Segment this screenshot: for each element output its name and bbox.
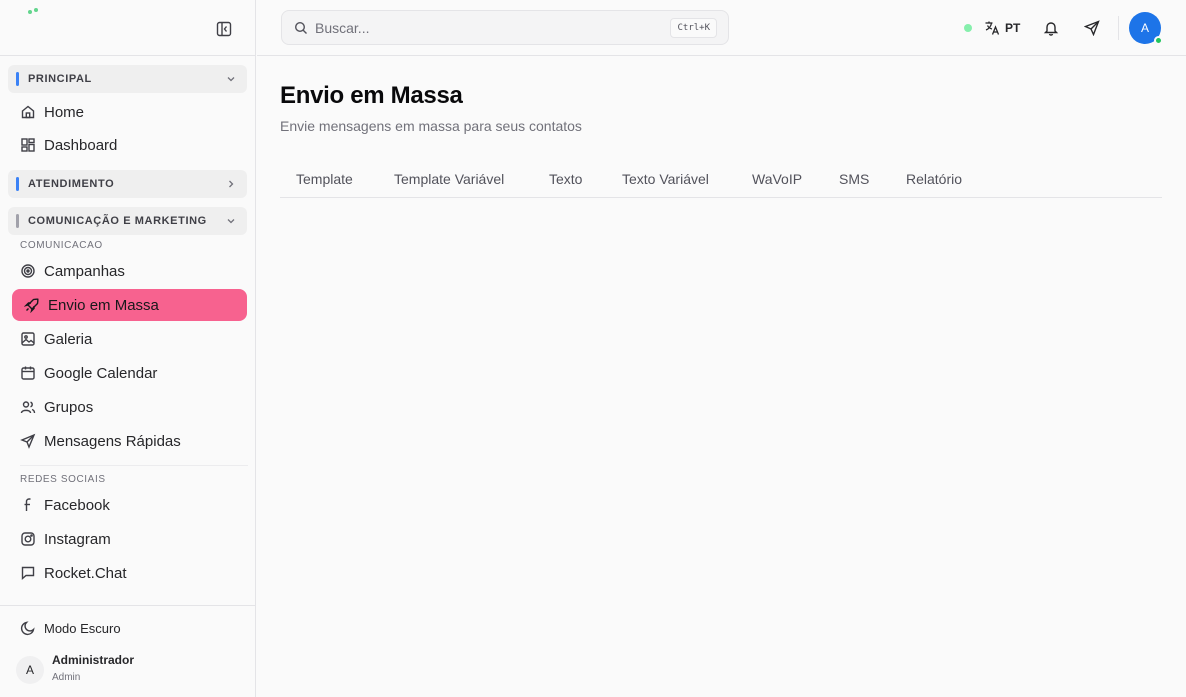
- search-input[interactable]: [315, 17, 655, 39]
- moon-icon: [20, 621, 35, 636]
- subgroup-label-redes-sociais: REDES SOCIAIS: [20, 474, 106, 485]
- sidebar-item-label: Envio em Massa: [48, 296, 159, 314]
- sidebar-item-home[interactable]: Home: [12, 96, 247, 128]
- header-user-avatar[interactable]: A: [1129, 12, 1163, 45]
- home-icon: [20, 104, 36, 120]
- connection-status-dot: [964, 24, 972, 32]
- tabs-bar: Template Template Variável Texto Texto V…: [280, 160, 1162, 198]
- avatar-initial: A: [1140, 21, 1149, 35]
- sidebar-item-campanhas[interactable]: Campanhas: [12, 255, 247, 287]
- tab-wavoip[interactable]: WaVoIP: [752, 160, 802, 197]
- sidebar-item-mensagens-rapidas[interactable]: Mensagens Rápidas: [12, 425, 247, 457]
- user-role: Admin: [52, 672, 81, 683]
- notifications-button[interactable]: [1040, 17, 1062, 39]
- section-accent: [16, 214, 19, 228]
- page-subtitle: Envie mensagens em massa para seus conta…: [280, 118, 582, 134]
- sidebar-item-envio-em-massa[interactable]: Envio em Massa: [12, 289, 247, 321]
- send-icon: [20, 433, 36, 449]
- divider: [20, 465, 248, 466]
- sidebar-item-label: Dashboard: [44, 136, 118, 154]
- divider: [0, 55, 256, 56]
- sidebar-item-label: Facebook: [44, 496, 110, 514]
- instagram-icon: [20, 531, 36, 547]
- sidebar-item-label: Mensagens Rápidas: [44, 432, 181, 450]
- translate-icon: [985, 21, 1000, 35]
- chat-icon: [20, 565, 36, 581]
- sidebar-item-rocket-chat[interactable]: Rocket.Chat: [12, 557, 247, 589]
- search-shortcut-badge: Ctrl+K: [670, 18, 717, 38]
- bell-icon: [1043, 22, 1059, 36]
- tab-texto-variavel[interactable]: Texto Variável: [622, 160, 709, 197]
- logo: [28, 8, 42, 14]
- section-comunicacao-marketing[interactable]: COMUNICAÇÃO E MARKETING: [8, 207, 247, 235]
- section-atendimento[interactable]: ATENDIMENTO: [8, 170, 247, 198]
- rocket-icon: [24, 297, 40, 313]
- language-label: PT: [1005, 21, 1021, 35]
- chevron-down-icon: [227, 77, 235, 82]
- sidebar-item-instagram[interactable]: Instagram: [12, 523, 247, 555]
- tab-template[interactable]: Template: [296, 160, 353, 197]
- user-name: Administrador: [52, 653, 135, 667]
- calendar-icon: [20, 365, 36, 381]
- dark-mode-toggle[interactable]: Modo Escuro: [20, 620, 121, 636]
- sidebar-item-label: Instagram: [44, 530, 111, 548]
- sidebar-item-label: Grupos: [44, 398, 94, 416]
- tab-sms[interactable]: SMS: [839, 160, 869, 197]
- tab-texto[interactable]: Texto: [549, 160, 582, 197]
- panel-left-icon: [216, 21, 232, 37]
- user-avatar[interactable]: A: [16, 656, 44, 684]
- top-header: Ctrl+K PT A: [257, 0, 1186, 56]
- subgroup-label-comunicacao: COMUNICACAO: [20, 240, 103, 251]
- search-bar[interactable]: Ctrl+K: [281, 10, 729, 45]
- tab-relatorio[interactable]: Relatório: [906, 160, 962, 197]
- chevron-down-icon: [227, 219, 235, 224]
- sidebar-item-google-calendar[interactable]: Google Calendar: [12, 357, 247, 389]
- section-principal[interactable]: PRINCIPAL: [8, 65, 247, 93]
- section-accent: [16, 177, 19, 191]
- chevron-right-icon: [229, 180, 234, 188]
- sidebar-item-label: Rocket.Chat: [44, 564, 127, 582]
- header-divider: [1118, 16, 1119, 40]
- sidebar-item-label: Home: [44, 103, 85, 121]
- tab-template-variavel[interactable]: Template Variável: [394, 160, 504, 197]
- language-selector[interactable]: PT: [984, 17, 1020, 39]
- sidebar-item-grupos[interactable]: Grupos: [12, 391, 247, 423]
- sidebar-item-galeria[interactable]: Galeria: [12, 323, 247, 355]
- sidebar-item-dashboard[interactable]: Dashboard: [12, 129, 247, 161]
- send-message-button[interactable]: [1081, 17, 1103, 39]
- dark-mode-label: Modo Escuro: [44, 620, 121, 636]
- online-indicator: [1154, 36, 1163, 45]
- section-label: PRINCIPAL: [28, 73, 92, 85]
- sidebar-item-label: Galeria: [44, 330, 93, 348]
- send-icon: [1084, 20, 1100, 36]
- divider: [0, 605, 256, 606]
- collapse-sidebar-button[interactable]: [213, 18, 235, 40]
- target-icon: [20, 263, 36, 279]
- facebook-icon: [20, 497, 36, 513]
- users-icon: [20, 399, 36, 415]
- sidebar-item-label: Google Calendar: [44, 364, 158, 382]
- section-accent: [16, 72, 19, 86]
- sidebar: PRINCIPAL Home Dashboard ATENDIMENTO COM…: [0, 0, 256, 697]
- section-label: COMUNICAÇÃO E MARKETING: [28, 215, 207, 227]
- dashboard-icon: [20, 137, 36, 153]
- image-icon: [20, 331, 36, 347]
- search-icon: [294, 21, 307, 34]
- app-root: PRINCIPAL Home Dashboard ATENDIMENTO COM…: [0, 0, 1186, 697]
- section-label: ATENDIMENTO: [28, 178, 115, 190]
- sidebar-item-label: Campanhas: [44, 262, 125, 280]
- sidebar-item-facebook[interactable]: Facebook: [12, 489, 247, 521]
- page-title: Envio em Massa: [280, 82, 463, 109]
